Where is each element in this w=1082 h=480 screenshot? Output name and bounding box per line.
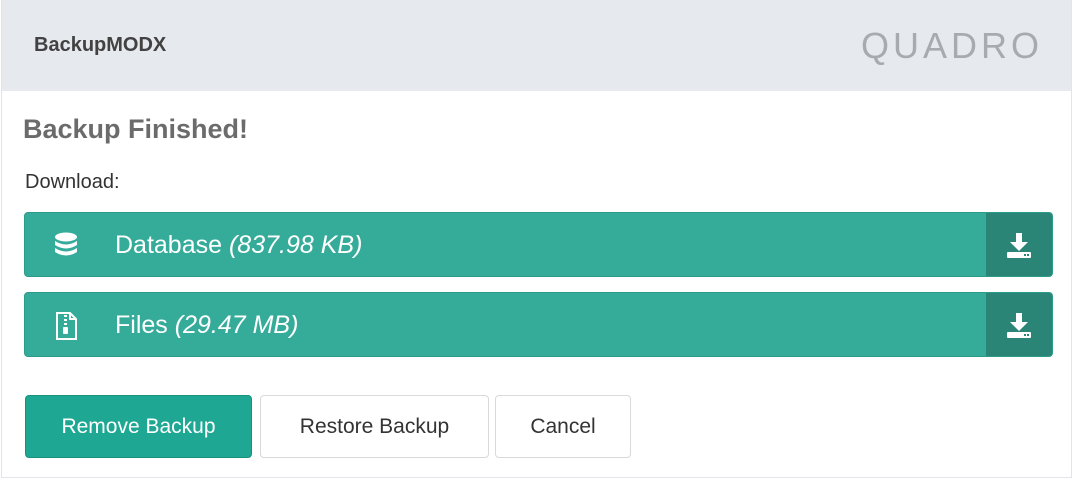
download-text-database: Database (837.98 KB) bbox=[115, 231, 362, 260]
download-size: (29.47 MB) bbox=[174, 311, 299, 339]
remove-backup-button[interactable]: Remove Backup bbox=[25, 395, 252, 458]
download-name: Database bbox=[115, 231, 223, 259]
dialog-header: BackupMODX QUADRO bbox=[2, 0, 1071, 91]
download-button-files[interactable] bbox=[986, 293, 1052, 356]
restore-backup-button[interactable]: Restore Backup bbox=[260, 395, 489, 458]
zip-file-icon bbox=[53, 311, 81, 341]
download-button-database[interactable] bbox=[986, 213, 1052, 276]
download-name: Files bbox=[115, 311, 168, 339]
download-text-files: Files (29.47 MB) bbox=[115, 311, 298, 340]
database-icon bbox=[53, 231, 81, 261]
download-icon bbox=[1007, 313, 1031, 338]
backup-dialog: BackupMODX QUADRO Backup Finished! Downl… bbox=[1, 0, 1072, 478]
status-heading: Backup Finished! bbox=[23, 114, 249, 144]
download-size: (837.98 KB) bbox=[228, 231, 363, 259]
brand-logo: QUADRO bbox=[860, 25, 1043, 66]
download-label: Download: bbox=[25, 171, 120, 193]
app-title: BackupMODX bbox=[34, 34, 167, 56]
download-icon bbox=[1007, 233, 1031, 258]
cancel-button[interactable]: Cancel bbox=[495, 395, 631, 458]
download-row-files[interactable]: Files (29.47 MB) bbox=[24, 292, 1053, 357]
download-row-database[interactable]: Database (837.98 KB) bbox=[24, 212, 1053, 277]
